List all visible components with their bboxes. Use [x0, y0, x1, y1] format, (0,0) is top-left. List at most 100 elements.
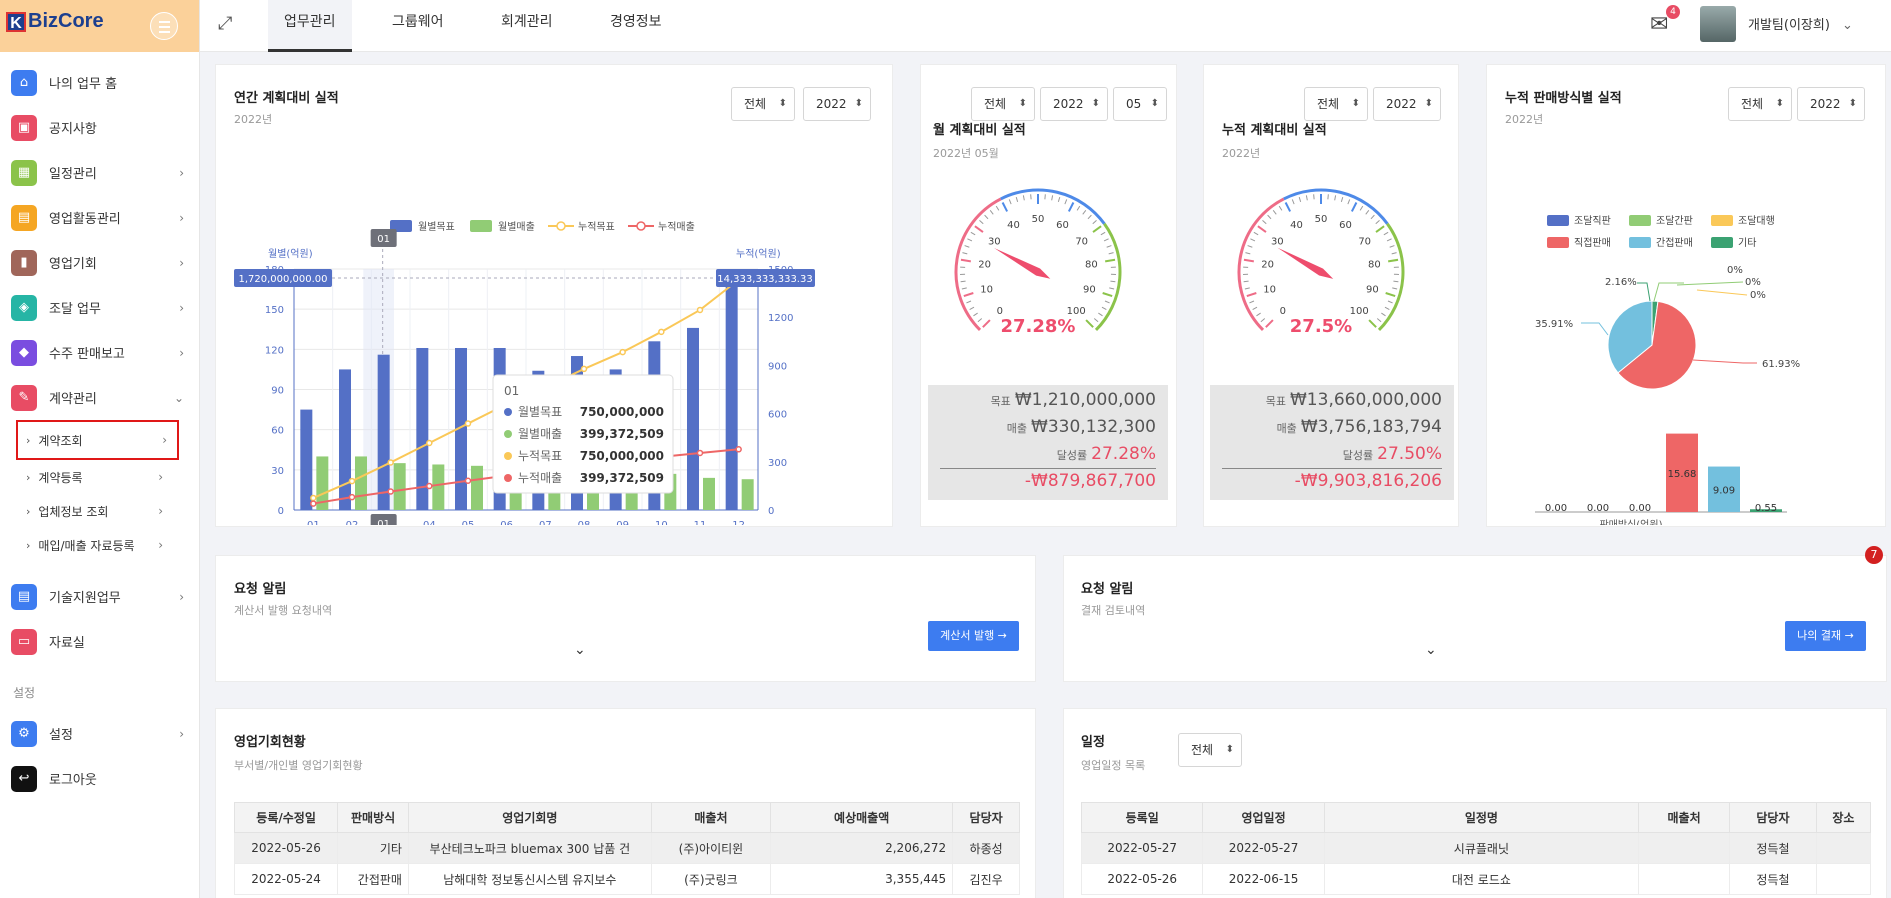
- table-row[interactable]: 2022-05-26 2022-06-15 대전 로드쇼 정득철: [1080, 863, 1872, 895]
- my-approval-button[interactable]: 나의 결재 →: [1785, 621, 1866, 651]
- bar-월별매출[interactable]: [393, 463, 406, 510]
- point-누적목표[interactable]: [619, 348, 626, 356]
- filter-select[interactable]: 전체: [1728, 87, 1792, 121]
- gauge-tick-label: 40: [1290, 220, 1303, 231]
- bar-월별매출[interactable]: [471, 465, 483, 510]
- column-header[interactable]: 영업기회명: [407, 802, 652, 833]
- tab-accounting[interactable]: 회계관리: [485, 0, 569, 52]
- sidebar-subitem[interactable]: › 매입/매출 자료등록 ›: [0, 528, 199, 562]
- x-axis-label: 판매방식(억원): [1599, 519, 1662, 525]
- logo[interactable]: K BizCore: [6, 10, 104, 33]
- column-header[interactable]: 등록일: [1080, 802, 1204, 833]
- table-cell: 2022-05-24: [233, 863, 339, 895]
- bar-월별목표[interactable]: [725, 279, 738, 510]
- bar-월별목표[interactable]: [687, 327, 699, 510]
- tooltip-marker: [504, 474, 512, 482]
- table-row[interactable]: 2022-05-24 간접판매 남해대학 정보통신시스템 유지보수 (주)굿링크 3,3…: [233, 863, 1020, 895]
- opportunities-card: 영업기회현황 부서별/개인별 영업기회현황 등록/수정일 판매방식 영업기회명 매출처…: [215, 708, 1036, 898]
- tab-work[interactable]: 업무관리: [268, 0, 352, 52]
- bar-월별목표[interactable]: [339, 369, 351, 510]
- sidebar-item[interactable]: ▭ 자료실: [0, 619, 199, 664]
- chevron-right-icon: ›: [179, 589, 184, 604]
- year-select[interactable]: 2022: [1797, 87, 1865, 121]
- expand-chevron-icon[interactable]: ⌄: [574, 642, 586, 658]
- sidebar-item[interactable]: ▤ 영업활동관리 ›: [0, 195, 199, 240]
- point-누적목표[interactable]: [310, 494, 317, 502]
- year-select[interactable]: 2022: [803, 87, 871, 121]
- filter-select[interactable]: 전체: [1304, 87, 1368, 121]
- sidebar-item[interactable]: ▮ 영업기회 ›: [0, 240, 199, 285]
- table-row[interactable]: 2022-05-26 기타 부산테크노파크 bluemax 300 납품 건 (주)아…: [233, 832, 1020, 864]
- sidebar-item[interactable]: ✎ 계약관리 ⌄: [0, 375, 199, 420]
- point-누적목표[interactable]: [387, 459, 394, 466]
- column-header[interactable]: 담당자: [1729, 802, 1817, 833]
- menu-toggle-button[interactable]: [150, 12, 178, 40]
- avatar[interactable]: [1700, 6, 1736, 42]
- point-누적매출[interactable]: [426, 482, 433, 490]
- column-header[interactable]: 판매방식: [337, 802, 409, 833]
- point-누적목표[interactable]: [658, 328, 665, 336]
- point-누적목표[interactable]: [464, 420, 472, 427]
- sidebar-item[interactable]: ⌂ 나의 업무 홈: [0, 60, 199, 105]
- sidebar-item[interactable]: ◈ 조달 업무 ›: [0, 285, 199, 330]
- tab-management[interactable]: 경영정보: [594, 0, 678, 52]
- point-누적매출[interactable]: [696, 449, 704, 457]
- gauge-tick: [1076, 205, 1081, 211]
- filter-select[interactable]: 전체: [1178, 733, 1242, 767]
- column-header[interactable]: 등록/수정일: [233, 802, 339, 833]
- filter-select[interactable]: 전체: [731, 87, 795, 121]
- bar-월별매출[interactable]: [432, 464, 445, 510]
- x-tick: 09: [616, 520, 629, 525]
- sidebar-item[interactable]: ⚙ 설정 ›: [0, 711, 199, 756]
- bar-월별매출[interactable]: [703, 477, 715, 510]
- sidebar-item[interactable]: ▣ 공지사항: [0, 105, 199, 150]
- user-menu[interactable]: 개발팀(이장희) ⌄: [1748, 14, 1853, 33]
- point-누적매출[interactable]: [464, 477, 472, 485]
- gauge-tick: [960, 280, 966, 283]
- point-누적목표[interactable]: [696, 306, 704, 314]
- bar-월별목표[interactable]: [377, 354, 390, 510]
- point-누적목표[interactable]: [348, 477, 356, 485]
- sidebar-item[interactable]: ◆ 수주 판매보고 ›: [0, 330, 199, 375]
- filter-select[interactable]: 전체: [971, 87, 1035, 121]
- card-subtitle: 2022년 05월: [933, 147, 999, 160]
- point-누적매출[interactable]: [310, 500, 317, 507]
- column-header[interactable]: 일정명: [1323, 802, 1640, 833]
- sidebar-subitem[interactable]: › 계약조회 ›: [16, 420, 179, 460]
- fullscreen-icon[interactable]: ⤢: [218, 13, 232, 34]
- year-select[interactable]: 2022: [1040, 87, 1108, 121]
- column-header[interactable]: 장소: [1815, 802, 1872, 833]
- target-label: 목표: [990, 395, 1011, 408]
- column-header[interactable]: 담당자: [952, 802, 1020, 833]
- sidebar-subitem[interactable]: › 계약등록 ›: [0, 460, 199, 494]
- tab-groupware[interactable]: 그룹웨어: [376, 0, 460, 52]
- year-select[interactable]: 2022: [1373, 87, 1441, 121]
- sidebar-subitem[interactable]: › 업체정보 조회 ›: [0, 494, 199, 528]
- column-header[interactable]: 매출처: [1638, 802, 1731, 833]
- mail-icon[interactable]: ✉: [1650, 12, 1668, 37]
- expand-chevron-icon[interactable]: ⌄: [1425, 642, 1437, 658]
- issue-invoice-button[interactable]: 계산서 발행 →: [928, 621, 1019, 651]
- card-subtitle: 영업일정 목록: [1081, 759, 1146, 772]
- point-누적목표[interactable]: [580, 365, 588, 373]
- point-누적목표[interactable]: [426, 439, 433, 447]
- bar-월별목표[interactable]: [300, 409, 313, 510]
- point-누적매출[interactable]: [387, 488, 394, 495]
- notification-badge[interactable]: 7: [1865, 546, 1883, 564]
- gauge-tick: [961, 287, 967, 290]
- column-header[interactable]: 매출처: [650, 802, 772, 833]
- sidebar-item[interactable]: ↩ 로그아웃: [0, 756, 199, 801]
- point-누적매출[interactable]: [348, 493, 356, 501]
- point-누적매출[interactable]: [735, 446, 742, 453]
- sidebar-item[interactable]: ▦ 일정관리 ›: [0, 150, 199, 195]
- bar-월별매출[interactable]: [741, 479, 754, 510]
- column-header[interactable]: 예상매출액: [770, 802, 954, 833]
- legend-label: 누적목표: [578, 221, 615, 233]
- table-row[interactable]: 2022-05-27 2022-05-27 시큐플래닛 정득철: [1080, 832, 1872, 864]
- sidebar-item[interactable]: ▤ 기술지원업무 ›: [0, 574, 199, 619]
- table-cell: 2022-06-15: [1202, 863, 1325, 895]
- month-select[interactable]: 05: [1113, 87, 1167, 121]
- column-header[interactable]: 영업일정: [1202, 802, 1325, 833]
- bar-월별매출[interactable]: [355, 456, 367, 510]
- gauge-tick: [984, 214, 989, 220]
